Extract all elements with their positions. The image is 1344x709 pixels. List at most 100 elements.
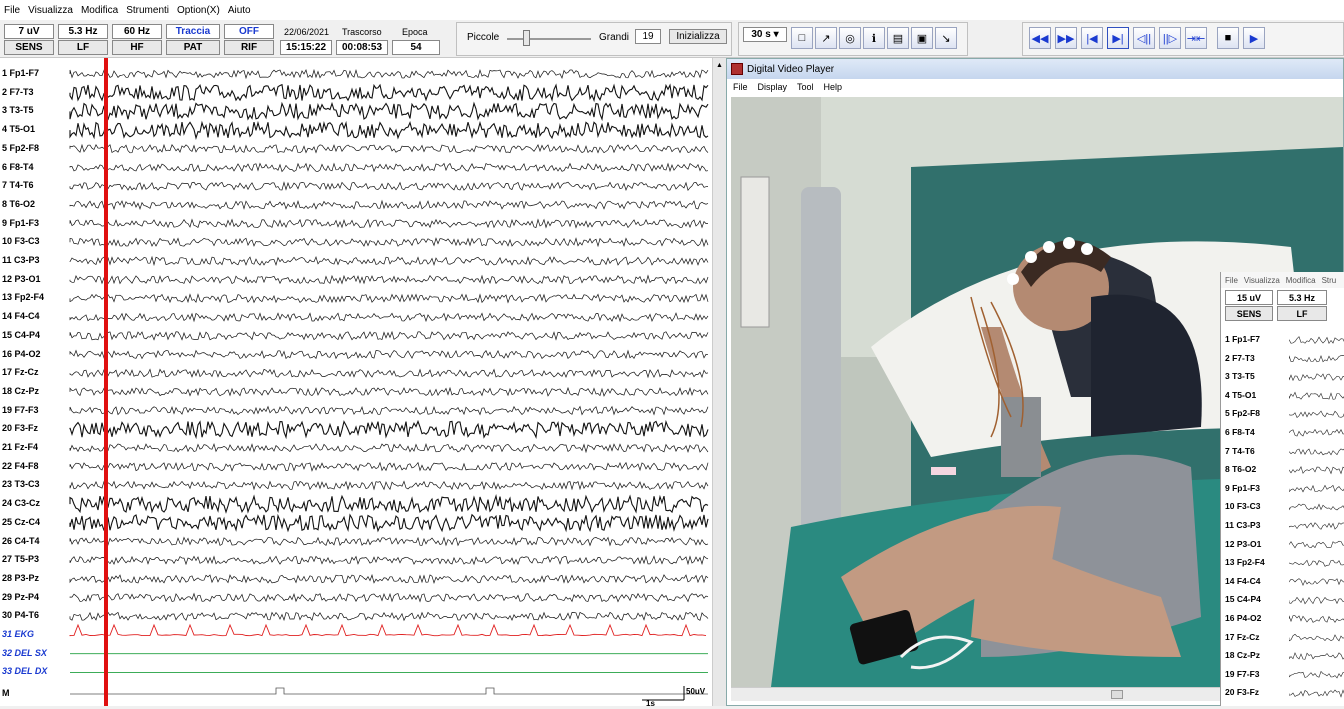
rif-button[interactable]: RIF <box>224 40 274 55</box>
channel-label[interactable]: 7 T4-T6 <box>2 180 34 190</box>
secondary-channel-label[interactable]: 5 Fp2-F8 <box>1225 408 1260 418</box>
secondary-menu-modifica[interactable]: Modifica <box>1286 276 1316 285</box>
eeg-traces[interactable]: 50uV 1s <box>0 58 712 708</box>
print-icon[interactable]: ▤ <box>887 27 909 49</box>
secondary-channel-label[interactable]: 14 F4-C4 <box>1225 576 1260 586</box>
chart-icon[interactable]: ↗ <box>815 27 837 49</box>
stop-icon[interactable]: ■ <box>1217 27 1239 49</box>
secondary-lf-value[interactable]: 5.3 Hz <box>1277 290 1327 305</box>
scroll-up-icon[interactable]: ▲ <box>716 62 723 69</box>
info-icon[interactable]: ℹ <box>863 27 885 49</box>
channel-label[interactable]: 26 C4-T4 <box>2 536 40 546</box>
channel-label[interactable]: 14 F4-C4 <box>2 311 40 321</box>
video-menu-display[interactable]: Display <box>758 82 788 92</box>
channel-label[interactable]: 15 C4-P4 <box>2 330 40 340</box>
special-channel-label[interactable]: 33 DEL DX <box>2 666 47 676</box>
secondary-eeg-window[interactable]: File Visualizza Modifica Stru 15 uV 5.3 Hz … <box>1220 272 1344 706</box>
secondary-sens-value[interactable]: 15 uV <box>1225 290 1273 305</box>
timebase-select[interactable]: 30 s ▾ <box>743 27 787 42</box>
video-menu-tool[interactable]: Tool <box>797 82 814 92</box>
secondary-channel-label[interactable]: 7 T4-T6 <box>1225 446 1255 456</box>
channel-label[interactable]: 21 Fz-F4 <box>2 442 38 452</box>
secondary-channel-label[interactable]: 18 Cz-Pz <box>1225 650 1260 660</box>
channel-label[interactable]: 1 Fp1-F7 <box>2 68 39 78</box>
play-icon[interactable]: ▶ <box>1243 27 1265 49</box>
channel-label[interactable]: 19 F7-F3 <box>2 405 39 415</box>
lf-button[interactable]: LF <box>58 40 108 55</box>
channel-label[interactable]: 13 Fp2-F4 <box>2 292 44 302</box>
step-forward-icon[interactable]: ||▷ <box>1159 27 1181 49</box>
menu-item-aiuto[interactable]: Aiuto <box>228 5 251 16</box>
secondary-channel-label[interactable]: 20 F3-Fz <box>1225 687 1259 697</box>
secondary-channel-label[interactable]: 16 P4-O2 <box>1225 613 1261 623</box>
pat-button[interactable]: PAT <box>166 40 220 55</box>
secondary-channel-label[interactable]: 17 Fz-Cz <box>1225 632 1259 642</box>
sens-value[interactable]: 7 uV <box>4 24 54 39</box>
secondary-channel-label[interactable]: 6 F8-T4 <box>1225 427 1255 437</box>
special-channel-label[interactable]: 31 EKG <box>2 629 34 639</box>
channel-label[interactable]: 30 P4-T6 <box>2 610 39 620</box>
channel-label[interactable]: 3 T3-T5 <box>2 105 34 115</box>
channel-label[interactable]: 16 P4-O2 <box>2 349 41 359</box>
initialize-button[interactable]: Inizializza <box>669 29 727 44</box>
secondary-channel-label[interactable]: 3 T3-T5 <box>1225 371 1255 381</box>
channel-label[interactable]: 11 C3-P3 <box>2 255 40 265</box>
image-icon[interactable]: ▣ <box>911 27 933 49</box>
channel-label[interactable]: 20 F3-Fz <box>2 423 38 433</box>
secondary-channel-label[interactable]: 4 T5-O1 <box>1225 390 1256 400</box>
channel-label[interactable]: 18 Cz-Pz <box>2 386 39 396</box>
secondary-menu-file[interactable]: File <box>1225 276 1238 285</box>
channel-label[interactable]: 17 Fz-Cz <box>2 367 39 377</box>
skip-start-icon[interactable]: |◀ <box>1081 27 1103 49</box>
menu-item-optionx[interactable]: Option(X) <box>177 5 220 16</box>
channel-label[interactable]: 23 T3-C3 <box>2 479 40 489</box>
sync-icon[interactable]: ⇥⇤ <box>1185 27 1207 49</box>
secondary-menu-visualizza[interactable]: Visualizza <box>1244 276 1280 285</box>
menu-item-file[interactable]: File <box>4 5 20 16</box>
channel-label[interactable]: 22 F4-F8 <box>2 461 39 471</box>
secondary-lf-button[interactable]: LF <box>1277 306 1327 321</box>
step-back-icon[interactable]: ◁|| <box>1133 27 1155 49</box>
hf-button[interactable]: HF <box>112 40 162 55</box>
channel-label[interactable]: 28 P3-Pz <box>2 573 39 583</box>
video-title-bar[interactable]: Digital Video Player ✕ <box>727 59 1343 133</box>
secondary-channel-label[interactable]: 19 F7-F3 <box>1225 669 1260 679</box>
size-value[interactable]: 19 <box>635 29 661 44</box>
menu-item-strumenti[interactable]: Strumenti <box>126 5 169 16</box>
export-icon[interactable]: ↘ <box>935 27 957 49</box>
secondary-channel-label[interactable]: 12 P3-O1 <box>1225 539 1261 549</box>
secondary-channel-label[interactable]: 1 Fp1-F7 <box>1225 334 1260 344</box>
eeg-panel[interactable]: 50uV 1s 1 Fp1-F7 2 F7-T3 3 T3-T5 4 T5-O1 5 Fp… <box>0 58 712 708</box>
fast-forward-icon[interactable]: ▶▶ <box>1055 27 1077 49</box>
hf-value[interactable]: 60 Hz <box>112 24 162 39</box>
secondary-channel-label[interactable]: 13 Fp2-F4 <box>1225 557 1265 567</box>
channel-label[interactable]: 29 Pz-P4 <box>2 592 39 602</box>
channel-label[interactable]: 8 T6-O2 <box>2 199 35 209</box>
menu-item-visualizza[interactable]: Visualizza <box>28 5 73 16</box>
secondary-channel-label[interactable]: 11 C3-P3 <box>1225 520 1260 530</box>
menu-item-modifica[interactable]: Modifica <box>81 5 118 16</box>
channel-label[interactable]: 27 T5-P3 <box>2 554 39 564</box>
channel-label[interactable]: 9 Fp1-F3 <box>2 218 39 228</box>
size-slider-track[interactable] <box>507 38 591 40</box>
secondary-sens-button[interactable]: SENS <box>1225 306 1273 321</box>
channel-label[interactable]: 6 F8-T4 <box>2 162 34 172</box>
channel-label[interactable]: 12 P3-O1 <box>2 274 41 284</box>
video-scroll-thumb[interactable] <box>1111 690 1123 699</box>
video-menu-file[interactable]: File <box>733 82 748 92</box>
channel-label[interactable]: 25 Cz-C4 <box>2 517 40 527</box>
lf-value[interactable]: 5.3 Hz <box>58 24 108 39</box>
secondary-channel-label[interactable]: 10 F3-C3 <box>1225 501 1260 511</box>
secondary-menu-stru[interactable]: Stru <box>1322 276 1337 285</box>
eeg-vertical-scrollbar[interactable]: ▲ <box>712 58 726 706</box>
video-menu-help[interactable]: Help <box>824 82 843 92</box>
secondary-channel-label[interactable]: 2 F7-T3 <box>1225 353 1255 363</box>
channel-label[interactable]: 4 T5-O1 <box>2 124 35 134</box>
special-channel-label[interactable]: 32 DEL SX <box>2 648 47 658</box>
sens-button[interactable]: SENS <box>4 40 54 55</box>
rewind-icon[interactable]: ◀◀ <box>1029 27 1051 49</box>
channel-label[interactable]: 24 C3-Cz <box>2 498 40 508</box>
secondary-channel-label[interactable]: 15 C4-P4 <box>1225 594 1261 604</box>
secondary-channel-label[interactable]: 9 Fp1-F3 <box>1225 483 1260 493</box>
rif-value[interactable]: OFF <box>224 24 274 39</box>
